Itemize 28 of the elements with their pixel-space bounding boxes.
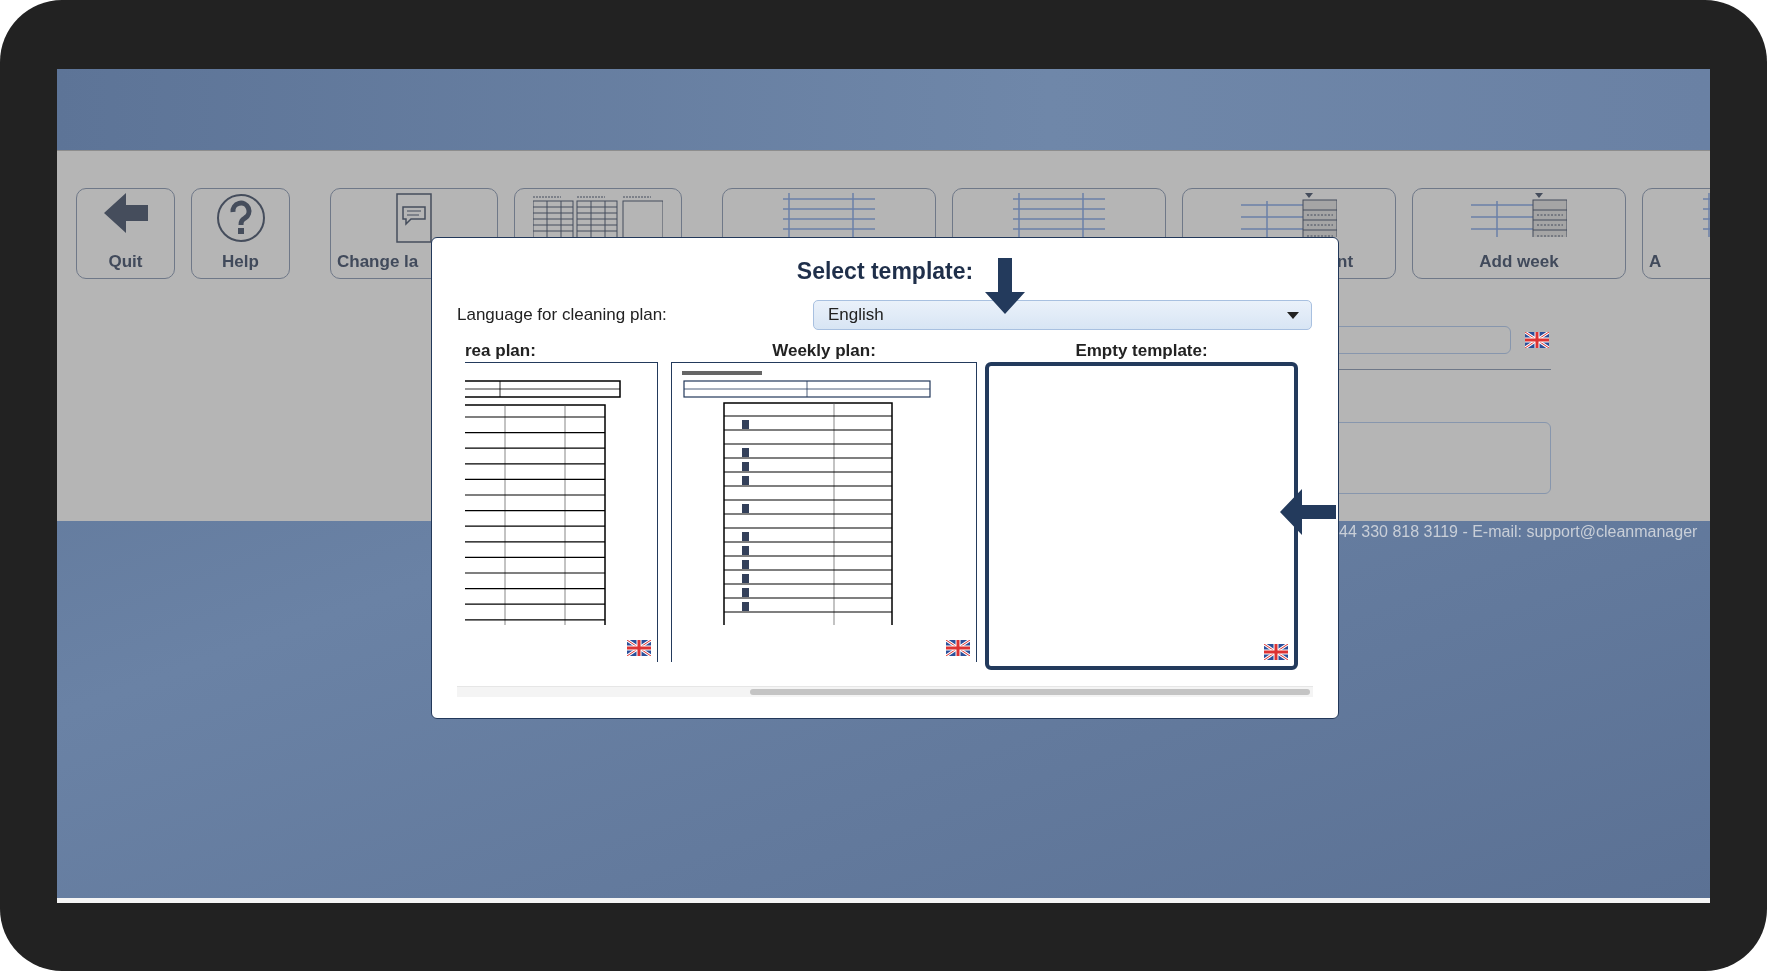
template-thumbnail[interactable] <box>671 362 977 662</box>
toolbar-button[interactable]: A <box>1642 188 1710 279</box>
toolbar-button[interactable]: Help <box>191 188 290 279</box>
toolbar-button[interactable]: Quit <box>76 188 175 279</box>
template-label: rea plan: <box>465 341 536 361</box>
arrow-down-icon <box>985 258 1025 314</box>
table-icon <box>1013 193 1105 237</box>
language-select[interactable]: English <box>813 300 1312 330</box>
flag-icon <box>627 640 651 656</box>
template-thumbnail[interactable] <box>985 362 1298 670</box>
template-label: Weekly plan: <box>772 341 876 361</box>
arrow-left-icon <box>103 193 148 233</box>
week-table-icon <box>1471 193 1567 237</box>
document-speech-icon <box>395 193 433 243</box>
dialog-title: Select template: <box>796 258 974 285</box>
template-label: Empty template: <box>1075 341 1208 361</box>
caret-icon <box>1287 311 1299 319</box>
footer-text: 44 330 818 3119 - E-mail: support@cleanmanager <box>1339 523 1698 541</box>
tables-icon <box>533 193 663 237</box>
scrollbar[interactable] <box>457 686 1313 697</box>
language-label: Language for cleaning plan: <box>457 305 668 325</box>
table-icon <box>783 193 875 237</box>
help-icon <box>215 193 266 243</box>
toolbar-button[interactable]: Add week <box>1412 188 1626 279</box>
flag-icon <box>1264 644 1288 660</box>
flag-icon <box>1525 332 1549 348</box>
flag-icon <box>946 640 970 656</box>
arrow-left-icon <box>1280 489 1336 535</box>
